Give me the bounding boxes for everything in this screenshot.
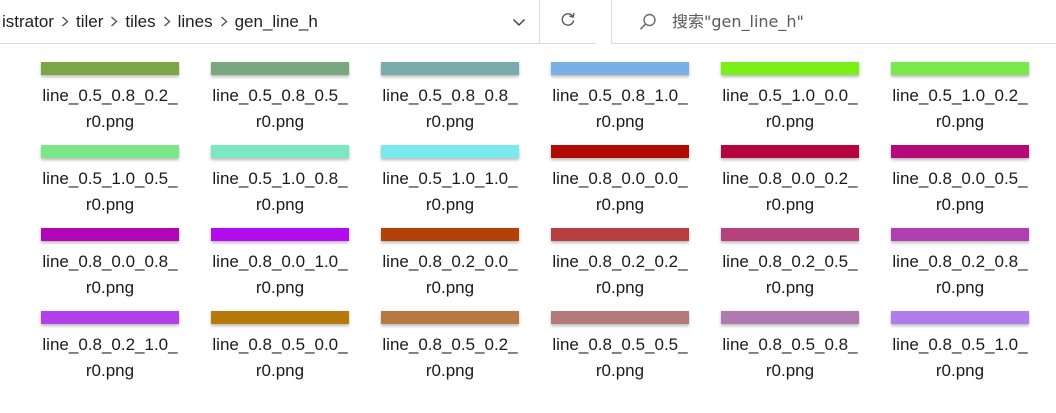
file-name: line_0.5_0.8_0.8_ r0.png <box>382 86 518 131</box>
file-name: line_0.8_0.5_0.0_ r0.png <box>212 335 348 380</box>
file-thumbnail <box>721 311 859 324</box>
file-thumbnail <box>891 228 1029 241</box>
file-name: line_0.8_0.2_0.0_ r0.png <box>382 252 518 297</box>
search-icon <box>638 12 658 32</box>
file-name: line_0.5_1.0_0.5_ r0.png <box>42 169 178 214</box>
breadcrumb-istrator[interactable]: istrator <box>2 12 54 32</box>
file-thumbnail <box>211 228 349 241</box>
file-item[interactable]: line_0.8_0.0_0.8_ r0.png <box>25 218 195 301</box>
file-thumbnail <box>381 62 519 75</box>
file-grid: line_0.5_0.8_0.2_ r0.png line_0.5_0.8_0.5… <box>25 52 1045 384</box>
file-item[interactable]: line_0.8_0.5_0.2_ r0.png <box>365 301 535 384</box>
file-item[interactable]: line_0.8_0.2_0.8_ r0.png <box>875 218 1045 301</box>
chevron-right-icon[interactable] <box>156 16 178 27</box>
file-item[interactable]: line_0.8_0.5_0.5_ r0.png <box>535 301 705 384</box>
file-item[interactable]: line_0.5_0.8_0.5_ r0.png <box>195 52 365 135</box>
file-item[interactable]: line_0.8_0.2_0.0_ r0.png <box>365 218 535 301</box>
file-thumbnail <box>721 62 859 75</box>
file-row: line_0.5_1.0_0.5_ r0.png line_0.5_1.0_0.8… <box>25 135 1045 218</box>
file-name: line_0.5_1.0_1.0_ r0.png <box>382 169 518 214</box>
file-name: line_0.8_0.5_0.5_ r0.png <box>552 335 688 380</box>
refresh-button[interactable] <box>540 0 596 44</box>
file-item[interactable]: line_0.8_0.0_0.0_ r0.png <box>535 135 705 218</box>
file-name: line_0.8_0.2_1.0_ r0.png <box>42 335 178 380</box>
file-name: line_0.5_0.8_0.5_ r0.png <box>212 86 348 131</box>
file-row: line_0.8_0.0_0.8_ r0.png line_0.8_0.0_1.0… <box>25 218 1045 301</box>
file-item[interactable]: line_0.5_1.0_0.2_ r0.png <box>875 52 1045 135</box>
file-name: line_0.8_0.0_0.8_ r0.png <box>42 252 178 297</box>
file-thumbnail <box>891 311 1029 324</box>
refresh-icon <box>559 10 577 33</box>
file-thumbnail <box>891 145 1029 158</box>
file-name: line_0.8_0.5_1.0_ r0.png <box>892 335 1028 380</box>
file-thumbnail <box>381 228 519 241</box>
file-name: line_0.8_0.5_0.2_ r0.png <box>382 335 518 380</box>
file-thumbnail <box>551 62 689 75</box>
file-item[interactable]: line_0.5_0.8_1.0_ r0.png <box>535 52 705 135</box>
address-bar[interactable]: istrator tiler tiles lines gen_line_h <box>0 0 540 44</box>
file-thumbnail <box>551 228 689 241</box>
file-item[interactable]: line_0.8_0.0_0.5_ r0.png <box>875 135 1045 218</box>
file-thumbnail <box>551 145 689 158</box>
file-name: line_0.8_0.2_0.8_ r0.png <box>892 252 1028 297</box>
file-row: line_0.5_0.8_0.2_ r0.png line_0.5_0.8_0.5… <box>25 52 1045 135</box>
breadcrumb-tiler[interactable]: tiler <box>76 12 103 32</box>
file-thumbnail <box>721 145 859 158</box>
file-item[interactable]: line_0.8_0.5_1.0_ r0.png <box>875 301 1045 384</box>
file-thumbnail <box>551 311 689 324</box>
file-item[interactable]: line_0.5_0.8_0.8_ r0.png <box>365 52 535 135</box>
file-item[interactable]: line_0.5_0.8_0.2_ r0.png <box>25 52 195 135</box>
file-name: line_0.8_0.0_1.0_ r0.png <box>212 252 348 297</box>
file-item[interactable]: line_0.8_0.5_0.0_ r0.png <box>195 301 365 384</box>
file-item[interactable]: line_0.8_0.2_0.2_ r0.png <box>535 218 705 301</box>
chevron-right-icon[interactable] <box>54 16 76 27</box>
file-name: line_0.8_0.0_0.2_ r0.png <box>722 169 858 214</box>
file-thumbnail <box>211 311 349 324</box>
file-item[interactable]: line_0.5_1.0_0.8_ r0.png <box>195 135 365 218</box>
breadcrumb-gen-line-h[interactable]: gen_line_h <box>235 12 318 32</box>
explorer-toolbar: istrator tiler tiles lines gen_line_h <box>0 0 1056 44</box>
file-name: line_0.5_1.0_0.0_ r0.png <box>722 86 858 131</box>
file-thumbnail <box>41 311 179 324</box>
file-name: line_0.5_1.0_0.2_ r0.png <box>892 86 1028 131</box>
file-thumbnail <box>211 62 349 75</box>
file-item[interactable]: line_0.8_0.2_1.0_ r0.png <box>25 301 195 384</box>
file-name: line_0.8_0.0_0.5_ r0.png <box>892 169 1028 214</box>
file-thumbnail <box>891 62 1029 75</box>
file-thumbnail <box>721 228 859 241</box>
file-name: line_0.5_0.8_1.0_ r0.png <box>552 86 688 131</box>
file-thumbnail <box>381 311 519 324</box>
file-item[interactable]: line_0.8_0.0_1.0_ r0.png <box>195 218 365 301</box>
file-name: line_0.5_1.0_0.8_ r0.png <box>212 169 348 214</box>
file-name: line_0.8_0.2_0.5_ r0.png <box>722 252 858 297</box>
file-name: line_0.8_0.2_0.2_ r0.png <box>552 252 688 297</box>
file-name: line_0.8_0.5_0.8_ r0.png <box>722 335 858 380</box>
search-input[interactable] <box>672 12 1032 31</box>
file-item[interactable]: line_0.5_1.0_0.5_ r0.png <box>25 135 195 218</box>
file-thumbnail <box>381 145 519 158</box>
file-item[interactable]: line_0.8_0.5_0.8_ r0.png <box>705 301 875 384</box>
file-item[interactable]: line_0.8_0.0_0.2_ r0.png <box>705 135 875 218</box>
file-item[interactable]: line_0.8_0.2_0.5_ r0.png <box>705 218 875 301</box>
breadcrumb-lines[interactable]: lines <box>178 12 213 32</box>
chevron-right-icon[interactable] <box>213 16 235 27</box>
file-thumbnail <box>41 62 179 75</box>
chevron-right-icon[interactable] <box>103 16 125 27</box>
file-name: line_0.5_0.8_0.2_ r0.png <box>42 86 178 131</box>
file-item[interactable]: line_0.5_1.0_0.0_ r0.png <box>705 52 875 135</box>
chevron-down-icon[interactable] <box>511 14 527 30</box>
breadcrumb-tiles[interactable]: tiles <box>125 12 155 32</box>
file-item[interactable]: line_0.5_1.0_1.0_ r0.png <box>365 135 535 218</box>
file-thumbnail <box>41 228 179 241</box>
file-name: line_0.8_0.0_0.0_ r0.png <box>552 169 688 214</box>
file-thumbnail <box>41 145 179 158</box>
file-thumbnail <box>211 145 349 158</box>
search-box[interactable] <box>611 0 1056 44</box>
file-row: line_0.8_0.2_1.0_ r0.png line_0.8_0.5_0.0… <box>25 301 1045 384</box>
